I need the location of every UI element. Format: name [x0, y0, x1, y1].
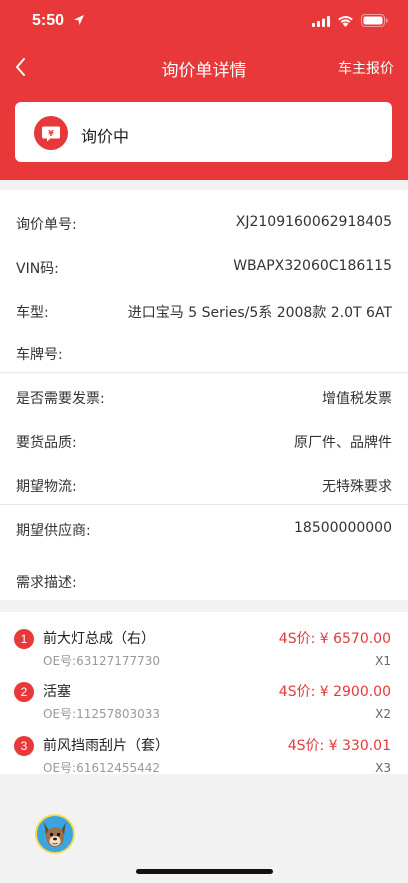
part-quantity: X2 [375, 707, 391, 721]
supplier-value: 18500000000 [294, 520, 392, 536]
inquiry-number-row: 询价单号: XJ2109160062918405 [0, 208, 408, 238]
logistics-value: 无特殊要求 [322, 479, 392, 495]
vehicle-model-label: 车型: [16, 305, 49, 321]
divider [0, 372, 408, 373]
logistics-label: 期望物流: [16, 479, 77, 495]
divider [0, 504, 408, 505]
vin-label: VIN码: [16, 261, 59, 277]
assistant-dog-avatar-icon[interactable] [35, 814, 75, 854]
part-index-badge: 2 [14, 682, 34, 702]
owner-quote-button[interactable]: 车主报价 [338, 58, 394, 78]
part-item[interactable]: 2 活塞 OE号:11257803033 4S价: ¥ 2900.00 X2 [0, 678, 408, 730]
vin-row: VIN码: WBAPX32060C186115 [0, 252, 408, 282]
location-arrow-icon [74, 15, 84, 25]
part-price: 4S价: ¥ 2900.00 [278, 684, 391, 700]
description-row: 需求描述: [0, 566, 408, 596]
parts-list: 1 前大灯总成（右） OE号:63127177730 4S价: ¥ 6570.0… [0, 612, 408, 774]
part-item[interactable]: 1 前大灯总成（右） OE号:63127177730 4S价: ¥ 6570.0… [0, 625, 408, 677]
part-oe-number: OE号:63127177730 [43, 654, 161, 668]
plate-number-label: 车牌号: [16, 347, 63, 363]
wifi-icon [338, 16, 353, 27]
status-time: 5:50 [32, 12, 65, 29]
part-price: 4S价: ¥ 330.01 [287, 738, 391, 754]
home-indicator [136, 869, 273, 874]
vin-value: WBAPX32060C186115 [233, 258, 392, 274]
part-name: 前风挡雨刮片（套） [43, 738, 169, 754]
back-chevron-icon[interactable] [10, 53, 32, 81]
logistics-row: 期望物流: 无特殊要求 [0, 470, 408, 500]
supplier-row: 期望供应商: 18500000000 [0, 514, 408, 544]
invoice-value: 增值税发票 [322, 391, 392, 407]
inquiry-status-card: ¥ 询价中 [15, 102, 392, 162]
invoice-label: 是否需要发票: [16, 391, 105, 407]
invoice-row: 是否需要发票: 增值税发票 [0, 382, 408, 412]
inquiry-number-label: 询价单号: [16, 217, 77, 233]
inquiry-status-label: 询价中 [81, 127, 130, 146]
inquiry-status-icon: ¥ [34, 116, 68, 150]
part-quantity: X1 [375, 654, 391, 668]
part-name: 前大灯总成（右） [43, 631, 155, 647]
vehicle-model-row: 车型: 进口宝马 5 Series/5系 2008款 2.0T 6AT [0, 296, 408, 326]
supplier-label: 期望供应商: [16, 523, 91, 539]
battery-icon [361, 14, 388, 27]
part-price: 4S价: ¥ 6570.00 [278, 631, 391, 647]
vehicle-model-value: 进口宝马 5 Series/5系 2008款 2.0T 6AT [127, 305, 392, 321]
quality-value: 原厂件、品牌件 [294, 435, 392, 451]
description-label: 需求描述: [16, 575, 77, 591]
status-bar: 5:50 [0, 0, 408, 44]
quality-row: 要货品质: 原厂件、品牌件 [0, 426, 408, 456]
inquiry-number-value: XJ2109160062918405 [235, 214, 392, 230]
part-item[interactable]: 3 前风挡雨刮片（套） OE号:61612455442 4S价: ¥ 330.0… [0, 732, 408, 774]
part-index-badge: 1 [14, 629, 34, 649]
part-oe-number: OE号:11257803033 [43, 707, 161, 721]
part-oe-number: OE号:61612455442 [43, 761, 161, 774]
inquiry-info-section: 询价单号: XJ2109160062918405 VIN码: WBAPX3206… [0, 190, 408, 600]
cellular-signal-icon [312, 16, 330, 27]
nav-bar: 询价单详情 车主报价 [0, 44, 408, 90]
plate-number-row: 车牌号: [0, 338, 408, 368]
svg-text:¥: ¥ [48, 129, 54, 138]
part-quantity: X3 [375, 761, 391, 774]
part-index-badge: 3 [14, 736, 34, 756]
part-name: 活塞 [43, 684, 71, 700]
quality-label: 要货品质: [16, 435, 77, 451]
